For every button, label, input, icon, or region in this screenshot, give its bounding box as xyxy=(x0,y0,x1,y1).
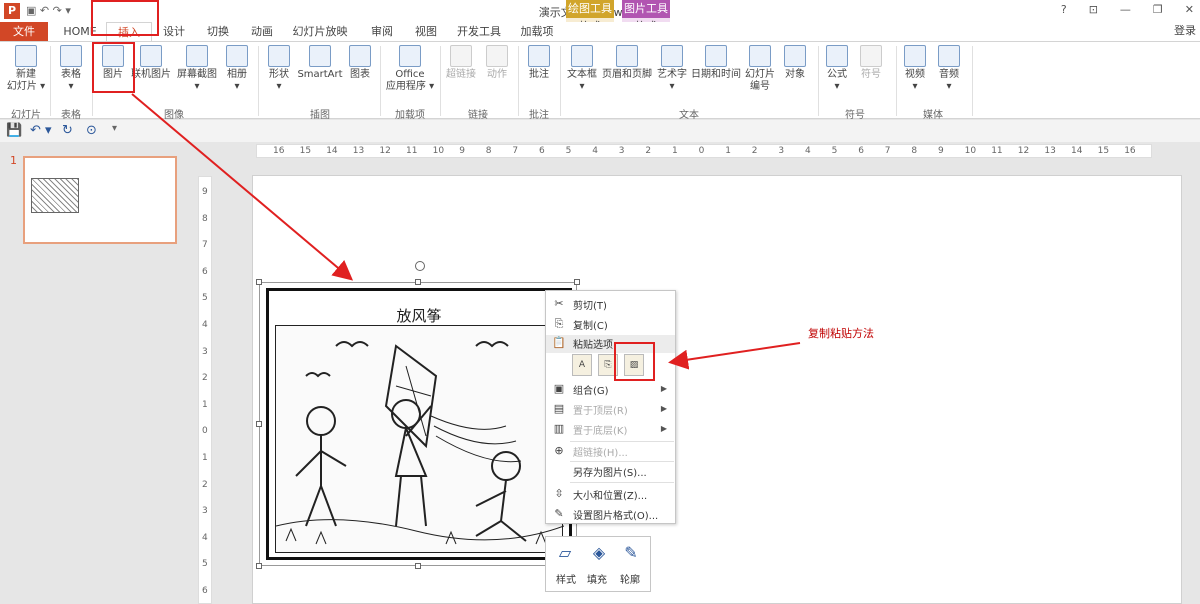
arrow-to-picture xyxy=(131,93,354,281)
annotation-arrows xyxy=(131,93,801,370)
arrow-to-paste-option xyxy=(668,342,801,370)
